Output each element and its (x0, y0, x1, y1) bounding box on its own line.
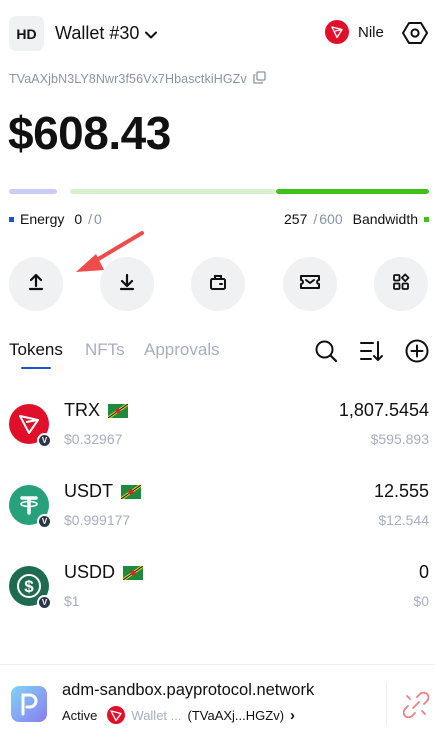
disconnect-icon[interactable] (402, 691, 430, 719)
token-amount: 0 (418, 562, 429, 582)
send-icon (26, 272, 46, 297)
verified-badge-icon: V (37, 595, 52, 610)
verified-badge-icon: V (37, 433, 52, 448)
settings-icon[interactable] (402, 20, 428, 46)
verified-badge-icon: V (37, 514, 52, 529)
tron-logo-icon (325, 20, 349, 44)
token-row-usdt[interactable]: V USDT $0.999177 12.555 $12.544 (0, 481, 435, 555)
energy-used: 0 (74, 211, 83, 227)
testnet-flag-icon (123, 565, 144, 580)
bandwidth-separator: / (313, 211, 318, 227)
copy-icon[interactable] (253, 71, 266, 87)
token-symbol: TRX (64, 400, 100, 420)
token-symbol: USDD (64, 562, 116, 582)
apps-button[interactable] (374, 257, 428, 311)
energy-separator: / (88, 211, 93, 227)
network-selector[interactable]: Nile (325, 20, 384, 44)
dapp-connection-info: Active Wallet ... (TVaAXj...HGZv) › (62, 706, 295, 724)
token-row-usdd[interactable]: $ V USDD $1 0 $0 (0, 562, 435, 636)
wallet-name: Wallet #30 (55, 23, 140, 43)
tab-nfts[interactable]: NFTs (85, 340, 125, 360)
wallet-address[interactable]: TVaAXjbN3LY8Nwr3f56Vx7HbasctkiHGZv (9, 71, 266, 87)
testnet-flag-icon (121, 484, 141, 499)
connected-dapp-bar[interactable]: adm-sandbox.payprotocol.network Active W… (0, 664, 435, 731)
token-value: $0 (413, 593, 429, 609)
token-name: USDT (64, 481, 141, 502)
energy-label: Energy (20, 211, 65, 227)
voucher-button[interactable] (283, 257, 337, 311)
hd-wallet-badge: HD (9, 16, 44, 51)
bandwidth-bar-track (70, 189, 276, 194)
active-tab-indicator (21, 367, 51, 369)
token-price: $0.999177 (64, 512, 131, 528)
network-name: Nile (358, 23, 384, 41)
dapp-logo-icon (11, 686, 47, 722)
address-text: TVaAXjbN3LY8Nwr3f56Vx7HbasctkiHGZv (9, 72, 247, 86)
token-name: TRX (64, 400, 128, 421)
token-price: $1 (64, 593, 80, 609)
dapp-wallet-address: (TVaAXj...HGZv) (187, 707, 285, 723)
token-row-trx[interactable]: V TRX $0.32967 1,807.5454 $595.893 (0, 400, 435, 474)
energy-info[interactable]: Energy 0 / 0 (9, 211, 102, 227)
wallet-selector[interactable]: Wallet #30 (55, 23, 158, 44)
tab-approvals[interactable]: Approvals (144, 340, 220, 360)
dapp-wallet-name: Wallet ... (131, 707, 182, 723)
energy-bar (9, 189, 57, 194)
asset-tabs: Tokens NFTs Approvals (0, 336, 435, 372)
energy-total: 0 (94, 211, 102, 227)
chevron-right-icon[interactable]: › (290, 707, 295, 724)
testnet-flag-icon (108, 403, 128, 418)
token-name: USDD (64, 562, 144, 583)
add-token-icon[interactable] (404, 338, 430, 364)
stake-icon (208, 272, 228, 297)
bandwidth-used: 257 (284, 211, 308, 227)
svg-text:$: $ (24, 577, 34, 596)
dapp-url: adm-sandbox.payprotocol.network (62, 681, 315, 699)
bandwidth-info[interactable]: 257 / 600 Bandwidth (284, 211, 429, 227)
receive-icon (117, 272, 137, 297)
divider (386, 682, 387, 726)
chevron-down-icon (145, 28, 158, 42)
dapp-status: Active (62, 707, 98, 723)
quick-actions (0, 257, 435, 313)
tab-tokens[interactable]: Tokens (9, 340, 63, 360)
bandwidth-legend-marker (424, 216, 429, 222)
token-value: $595.893 (370, 431, 429, 447)
token-price: $0.32967 (64, 431, 123, 447)
sort-icon[interactable] (359, 338, 385, 364)
header: HD Wallet #30 Nile (0, 0, 435, 66)
send-button[interactable] (9, 257, 63, 311)
tron-logo-icon (107, 706, 126, 724)
stake-button[interactable] (191, 257, 245, 311)
apps-icon (391, 272, 411, 297)
bandwidth-total: 600 (319, 211, 343, 227)
energy-legend-marker (9, 216, 14, 222)
bandwidth-label: Bandwidth (352, 211, 418, 227)
token-symbol: USDT (64, 481, 113, 501)
bandwidth-bar-fill (276, 189, 429, 194)
receive-button[interactable] (100, 257, 154, 311)
voucher-icon (299, 272, 321, 297)
token-amount: 1,807.5454 (338, 400, 429, 420)
search-icon[interactable] (313, 338, 339, 364)
token-amount: 12.555 (373, 481, 429, 501)
total-balance: $608.43 (8, 107, 171, 159)
token-value: $12.544 (378, 512, 429, 528)
